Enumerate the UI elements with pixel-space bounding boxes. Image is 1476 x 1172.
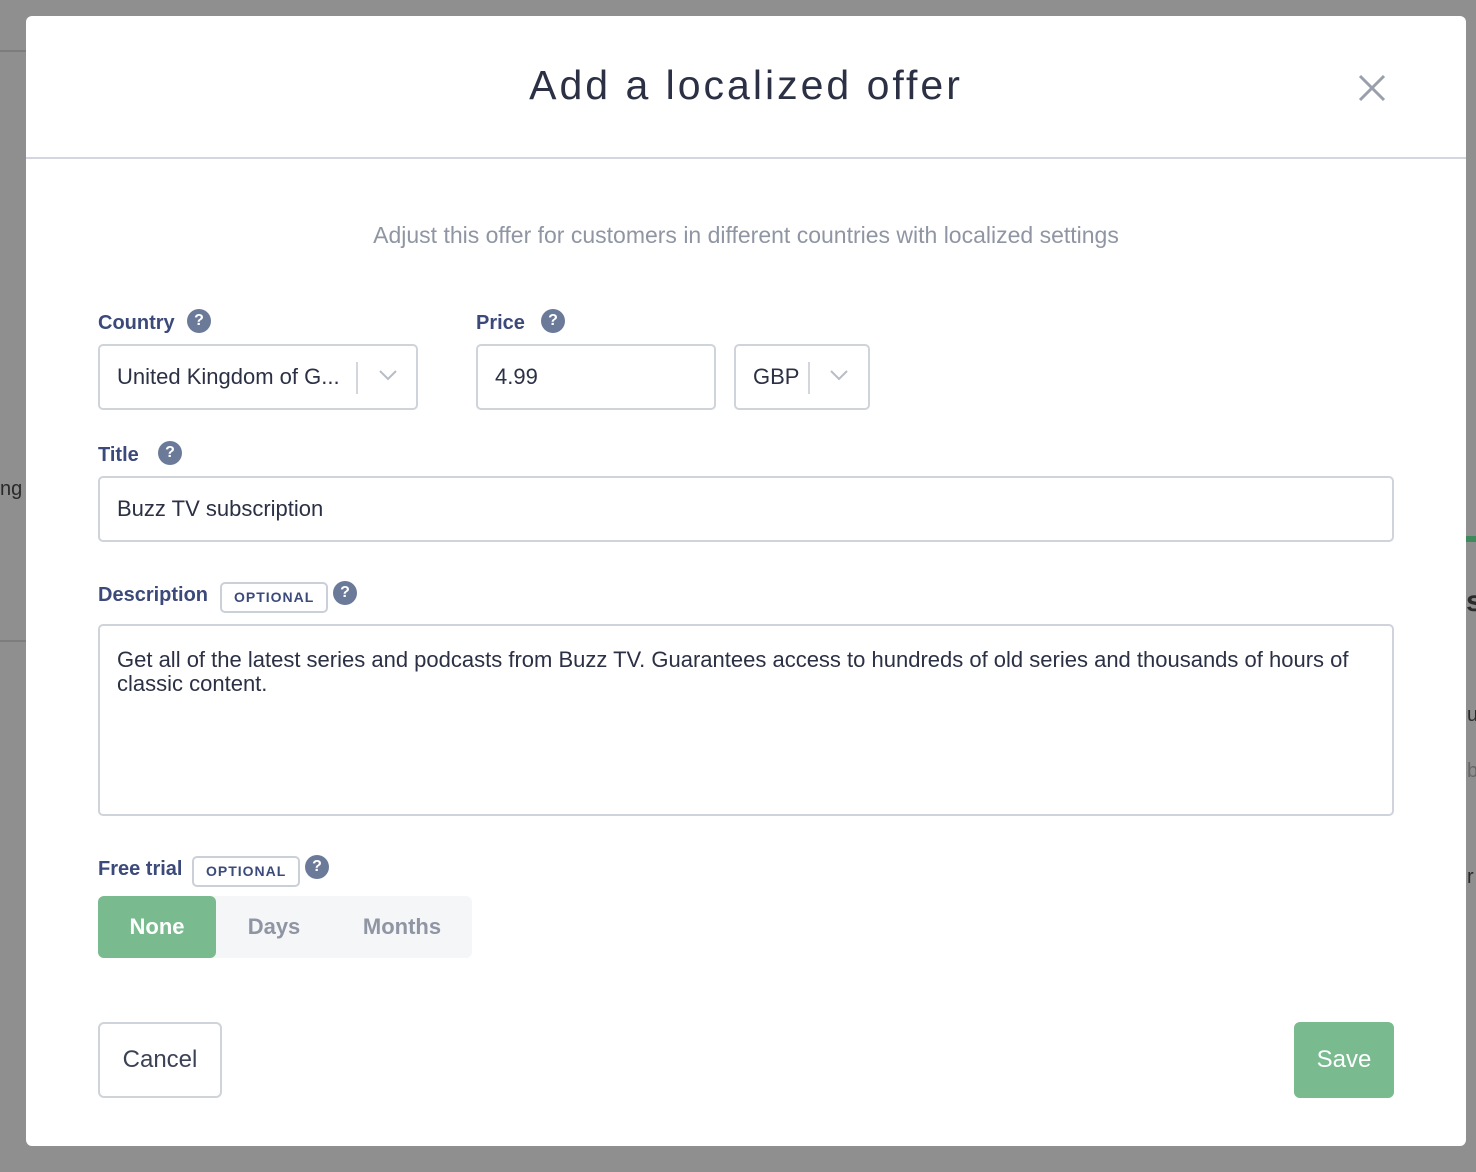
description-label: Description [98, 584, 209, 606]
title-input-value: Buzz TV subscription [117, 496, 324, 521]
price-input[interactable]: 4.99 [476, 344, 716, 410]
optional-badge: OPTIONAL [192, 856, 301, 887]
free-trial-option-none[interactable]: None [98, 896, 216, 958]
country-select-value: United Kingdom of G... [117, 364, 340, 389]
background-text: r [1467, 866, 1474, 888]
question-circle-icon[interactable]: ? [541, 309, 565, 333]
modal-subtitle: Adjust this offer for customers in diffe… [373, 222, 1119, 248]
cancel-button[interactable]: Cancel [98, 1022, 222, 1098]
question-circle-icon[interactable]: ? [187, 309, 211, 333]
price-input-value: 4.99 [495, 364, 538, 389]
country-select[interactable]: United Kingdom of G... [98, 344, 418, 410]
description-textarea[interactable]: Get all of the latest series and podcast… [98, 624, 1394, 816]
save-button[interactable]: Save [1294, 1022, 1394, 1098]
localized-offer-modal: Add a localized offer Adjust this offer … [26, 16, 1466, 1146]
chevron-down-icon [379, 370, 397, 381]
background-accent [1466, 536, 1476, 542]
background-divider [0, 50, 26, 52]
question-circle-icon[interactable]: ? [305, 855, 329, 879]
modal-header: Add a localized offer [26, 16, 1466, 159]
free-trial-option-days[interactable]: Days [216, 896, 332, 958]
price-label: Price [476, 312, 525, 334]
currency-select-value: GBP [753, 364, 800, 389]
country-label: Country [98, 312, 175, 334]
background-text: b [1467, 760, 1476, 782]
free-trial-segmented-control: None Days Months [98, 896, 472, 958]
title-input[interactable]: Buzz TV subscription [98, 476, 1394, 542]
title-label: Title [98, 444, 139, 466]
currency-select[interactable]: GBP [734, 344, 870, 410]
question-circle-icon[interactable]: ? [158, 441, 182, 465]
close-icon[interactable] [1356, 72, 1388, 104]
background-text: s [1466, 585, 1476, 618]
select-separator [808, 362, 810, 394]
question-circle-icon[interactable]: ? [333, 581, 357, 605]
modal-title: Add a localized offer [529, 62, 963, 108]
select-separator [356, 362, 358, 394]
background-divider [0, 640, 26, 642]
background-text: u [1467, 704, 1476, 726]
free-trial-label: Free trial [98, 858, 183, 880]
chevron-down-icon [830, 370, 848, 381]
free-trial-option-months[interactable]: Months [332, 896, 472, 958]
optional-badge: OPTIONAL [220, 582, 329, 613]
background-text: ng [0, 478, 23, 500]
